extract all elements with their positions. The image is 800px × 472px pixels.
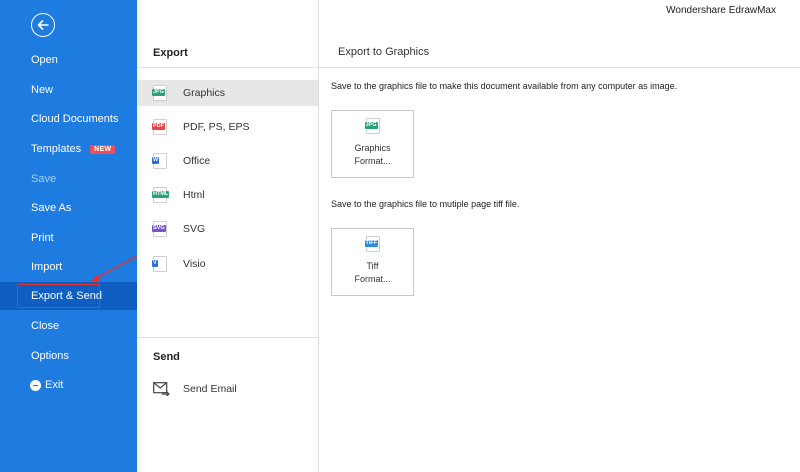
word-file-icon: W — [152, 153, 167, 169]
graphics-description: Save to the graphics file to make this d… — [331, 81, 678, 91]
sidebar-item-exit[interactable]: Exit — [0, 372, 137, 398]
arrow-left-icon — [37, 20, 49, 30]
send-item-email[interactable]: Send Email — [137, 376, 318, 402]
button-label-line2: Format... — [354, 156, 391, 166]
export-item-svg[interactable]: SVG SVG — [137, 216, 318, 242]
tiff-description: Save to the graphics file to mutiple pag… — [331, 199, 520, 209]
export-item-label: Visio — [183, 258, 206, 270]
sidebar-item-import[interactable]: Import — [0, 254, 137, 280]
sidebar-item-new[interactable]: New — [0, 77, 137, 103]
sidebar-item-label: Options — [31, 350, 69, 362]
sidebar-item-label: New — [31, 84, 54, 96]
sidebar-item-label: Close — [31, 320, 60, 332]
header-divider — [137, 67, 800, 68]
tiff-format-button[interactable]: TIFF Tiff Format... — [331, 228, 414, 296]
new-badge: NEW — [90, 144, 116, 154]
mail-send-icon — [153, 382, 170, 396]
visio-file-icon: V — [152, 256, 167, 272]
export-item-graphics[interactable]: JPG Graphics — [137, 80, 318, 106]
sidebar-item-open[interactable]: Open — [0, 47, 137, 73]
export-item-label: PDF, PS, EPS — [183, 121, 250, 133]
export-item-pdf[interactable]: PDF PDF, PS, EPS — [137, 114, 318, 140]
export-item-label: Office — [183, 155, 211, 167]
sidebar-item-label: Save As — [31, 202, 72, 214]
sidebar-item-label: Print — [31, 232, 54, 244]
divider — [137, 337, 318, 338]
export-send-panel: Export JPG Graphics PDF PDF, PS, EPS W O… — [137, 0, 319, 472]
tiff-file-icon: TIFF — [364, 236, 380, 252]
sidebar-item-label: Templates — [31, 143, 82, 155]
export-item-label: SVG — [183, 223, 206, 235]
sidebar-item-label: Open — [31, 54, 58, 66]
html-file-icon: HTML — [152, 187, 170, 203]
export-item-label: Graphics — [183, 87, 226, 99]
sidebar-item-save-as[interactable]: Save As — [0, 195, 137, 221]
highlight-box — [17, 284, 100, 308]
sidebar: Open New Cloud Documents Templates NEW S… — [0, 0, 137, 472]
sidebar-item-templates[interactable]: Templates NEW — [0, 136, 137, 162]
jpg-file-icon: JPG — [364, 118, 380, 134]
sidebar-item-label: Import — [31, 261, 63, 273]
content-title: Export to Graphics — [338, 46, 430, 58]
app-title: Wondershare EdrawMax — [666, 5, 776, 16]
sidebar-item-label: Cloud Documents — [31, 113, 119, 125]
sidebar-item-cloud-documents[interactable]: Cloud Documents — [0, 106, 137, 132]
pdf-file-icon: PDF — [152, 119, 167, 135]
sidebar-item-print[interactable]: Print — [0, 225, 137, 251]
button-label-line2: Format... — [354, 274, 391, 284]
svg-file-icon: SVG — [152, 221, 167, 237]
export-item-html[interactable]: HTML Html — [137, 182, 318, 208]
sidebar-item-close[interactable]: Close — [0, 313, 137, 339]
send-item-label: Send Email — [183, 383, 237, 395]
export-item-label: Html — [183, 189, 205, 201]
button-label-line1: Tiff — [366, 261, 379, 271]
exit-icon — [30, 379, 41, 391]
sidebar-item-options[interactable]: Options — [0, 343, 137, 369]
sidebar-item-label: Save — [31, 173, 57, 185]
graphics-format-button[interactable]: JPG Graphics Format... — [331, 110, 414, 178]
sidebar-item-label: Exit — [45, 379, 64, 391]
button-label-line1: Graphics — [354, 143, 391, 153]
export-item-visio[interactable]: V Visio — [137, 251, 318, 277]
export-item-office[interactable]: W Office — [137, 148, 318, 174]
jpg-file-icon: JPG — [152, 85, 167, 101]
sidebar-item-save[interactable]: Save — [0, 166, 137, 192]
export-heading: Export — [153, 47, 188, 59]
back-button[interactable] — [31, 13, 55, 37]
send-heading: Send — [153, 351, 180, 363]
